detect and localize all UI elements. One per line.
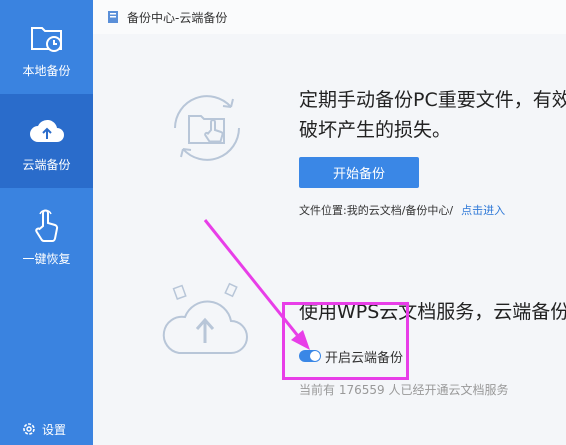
backup-heading-line1: 定期手动备份PC重要文件，有效 (299, 89, 566, 111)
user-count-text: 当前有 176559 人已经开通云文档服务 (299, 383, 509, 397)
file-location-label: 文件位置:我的云文档/备份中心/ (299, 204, 454, 217)
hand-pointer-icon (27, 206, 67, 246)
main-content: 定期手动备份PC重要文件，有效 破坏产生的损失。 开始备份 文件位置:我的云文档… (93, 34, 566, 445)
gear-icon (23, 423, 35, 435)
sidebar-item-label: 本地备份 (22, 64, 71, 78)
backup-heading-line2: 破坏产生的损失。 (299, 119, 452, 141)
title-bar: 备份中心-云端备份 (93, 0, 566, 34)
sidebar-item-restore[interactable]: 一键恢复 (0, 188, 93, 282)
backup-description: 定期手动备份PC重要文件，有效 破坏产生的损失。 (299, 85, 566, 145)
file-location: 文件位置:我的云文档/备份中心/点击进入 (299, 202, 505, 218)
start-backup-button[interactable]: 开始备份 (299, 157, 419, 188)
sidebar-item-label: 一键恢复 (22, 252, 71, 266)
window-title: 备份中心-云端备份 (127, 10, 228, 25)
sidebar: 本地备份 云端备份 一键恢复 设置 (0, 0, 93, 445)
folder-clock-icon (27, 18, 67, 58)
sidebar-item-label: 云端备份 (22, 158, 71, 172)
sidebar-item-local-backup[interactable]: 本地备份 (0, 0, 93, 94)
cloud-upload-icon (27, 112, 67, 152)
highlight-box (282, 302, 409, 380)
sidebar-item-cloud-backup[interactable]: 云端备份 (0, 94, 93, 188)
manual-backup-illustration-icon (174, 95, 240, 161)
cloud-upload-illustration-icon (162, 282, 248, 354)
document-icon (108, 11, 118, 23)
settings-label: 设置 (42, 422, 67, 437)
enter-link[interactable]: 点击进入 (461, 204, 505, 217)
settings-button[interactable]: 设置 (22, 419, 66, 439)
